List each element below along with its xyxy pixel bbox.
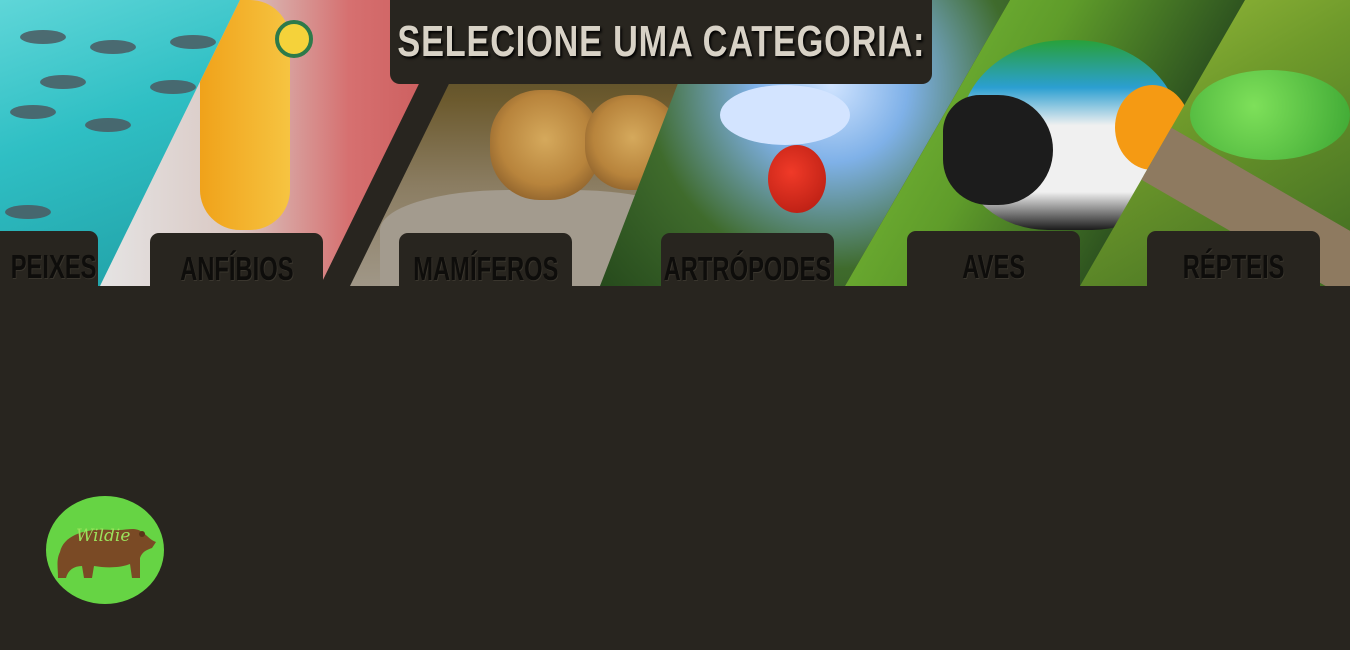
tab-label: MAMÍFEROS: [412, 249, 559, 287]
page-title: SELECIONE UMA CATEGORIA:: [397, 17, 925, 66]
tab-label: RÉPTEIS: [1182, 247, 1285, 285]
tab-label: ANFÍBIOS: [179, 249, 294, 287]
wildie-logo[interactable]: Wildie: [46, 496, 164, 604]
tab-repteis[interactable]: RÉPTEIS: [1147, 231, 1320, 286]
tab-peixes[interactable]: PEIXES: [0, 231, 98, 286]
tab-artropodes[interactable]: ARTRÓPODES: [661, 233, 834, 288]
title-box: SELECIONE UMA CATEGORIA:: [390, 0, 932, 84]
tab-mamiferos[interactable]: MAMÍFEROS: [399, 233, 572, 288]
tab-aves[interactable]: AVES: [907, 231, 1080, 286]
tab-label: PEIXES: [11, 247, 97, 285]
tab-label: AVES: [962, 247, 1025, 285]
tab-anfibios[interactable]: ANFÍBIOS: [150, 233, 323, 288]
logo-text: Wildie: [76, 526, 131, 546]
tab-label: ARTRÓPODES: [663, 249, 832, 287]
